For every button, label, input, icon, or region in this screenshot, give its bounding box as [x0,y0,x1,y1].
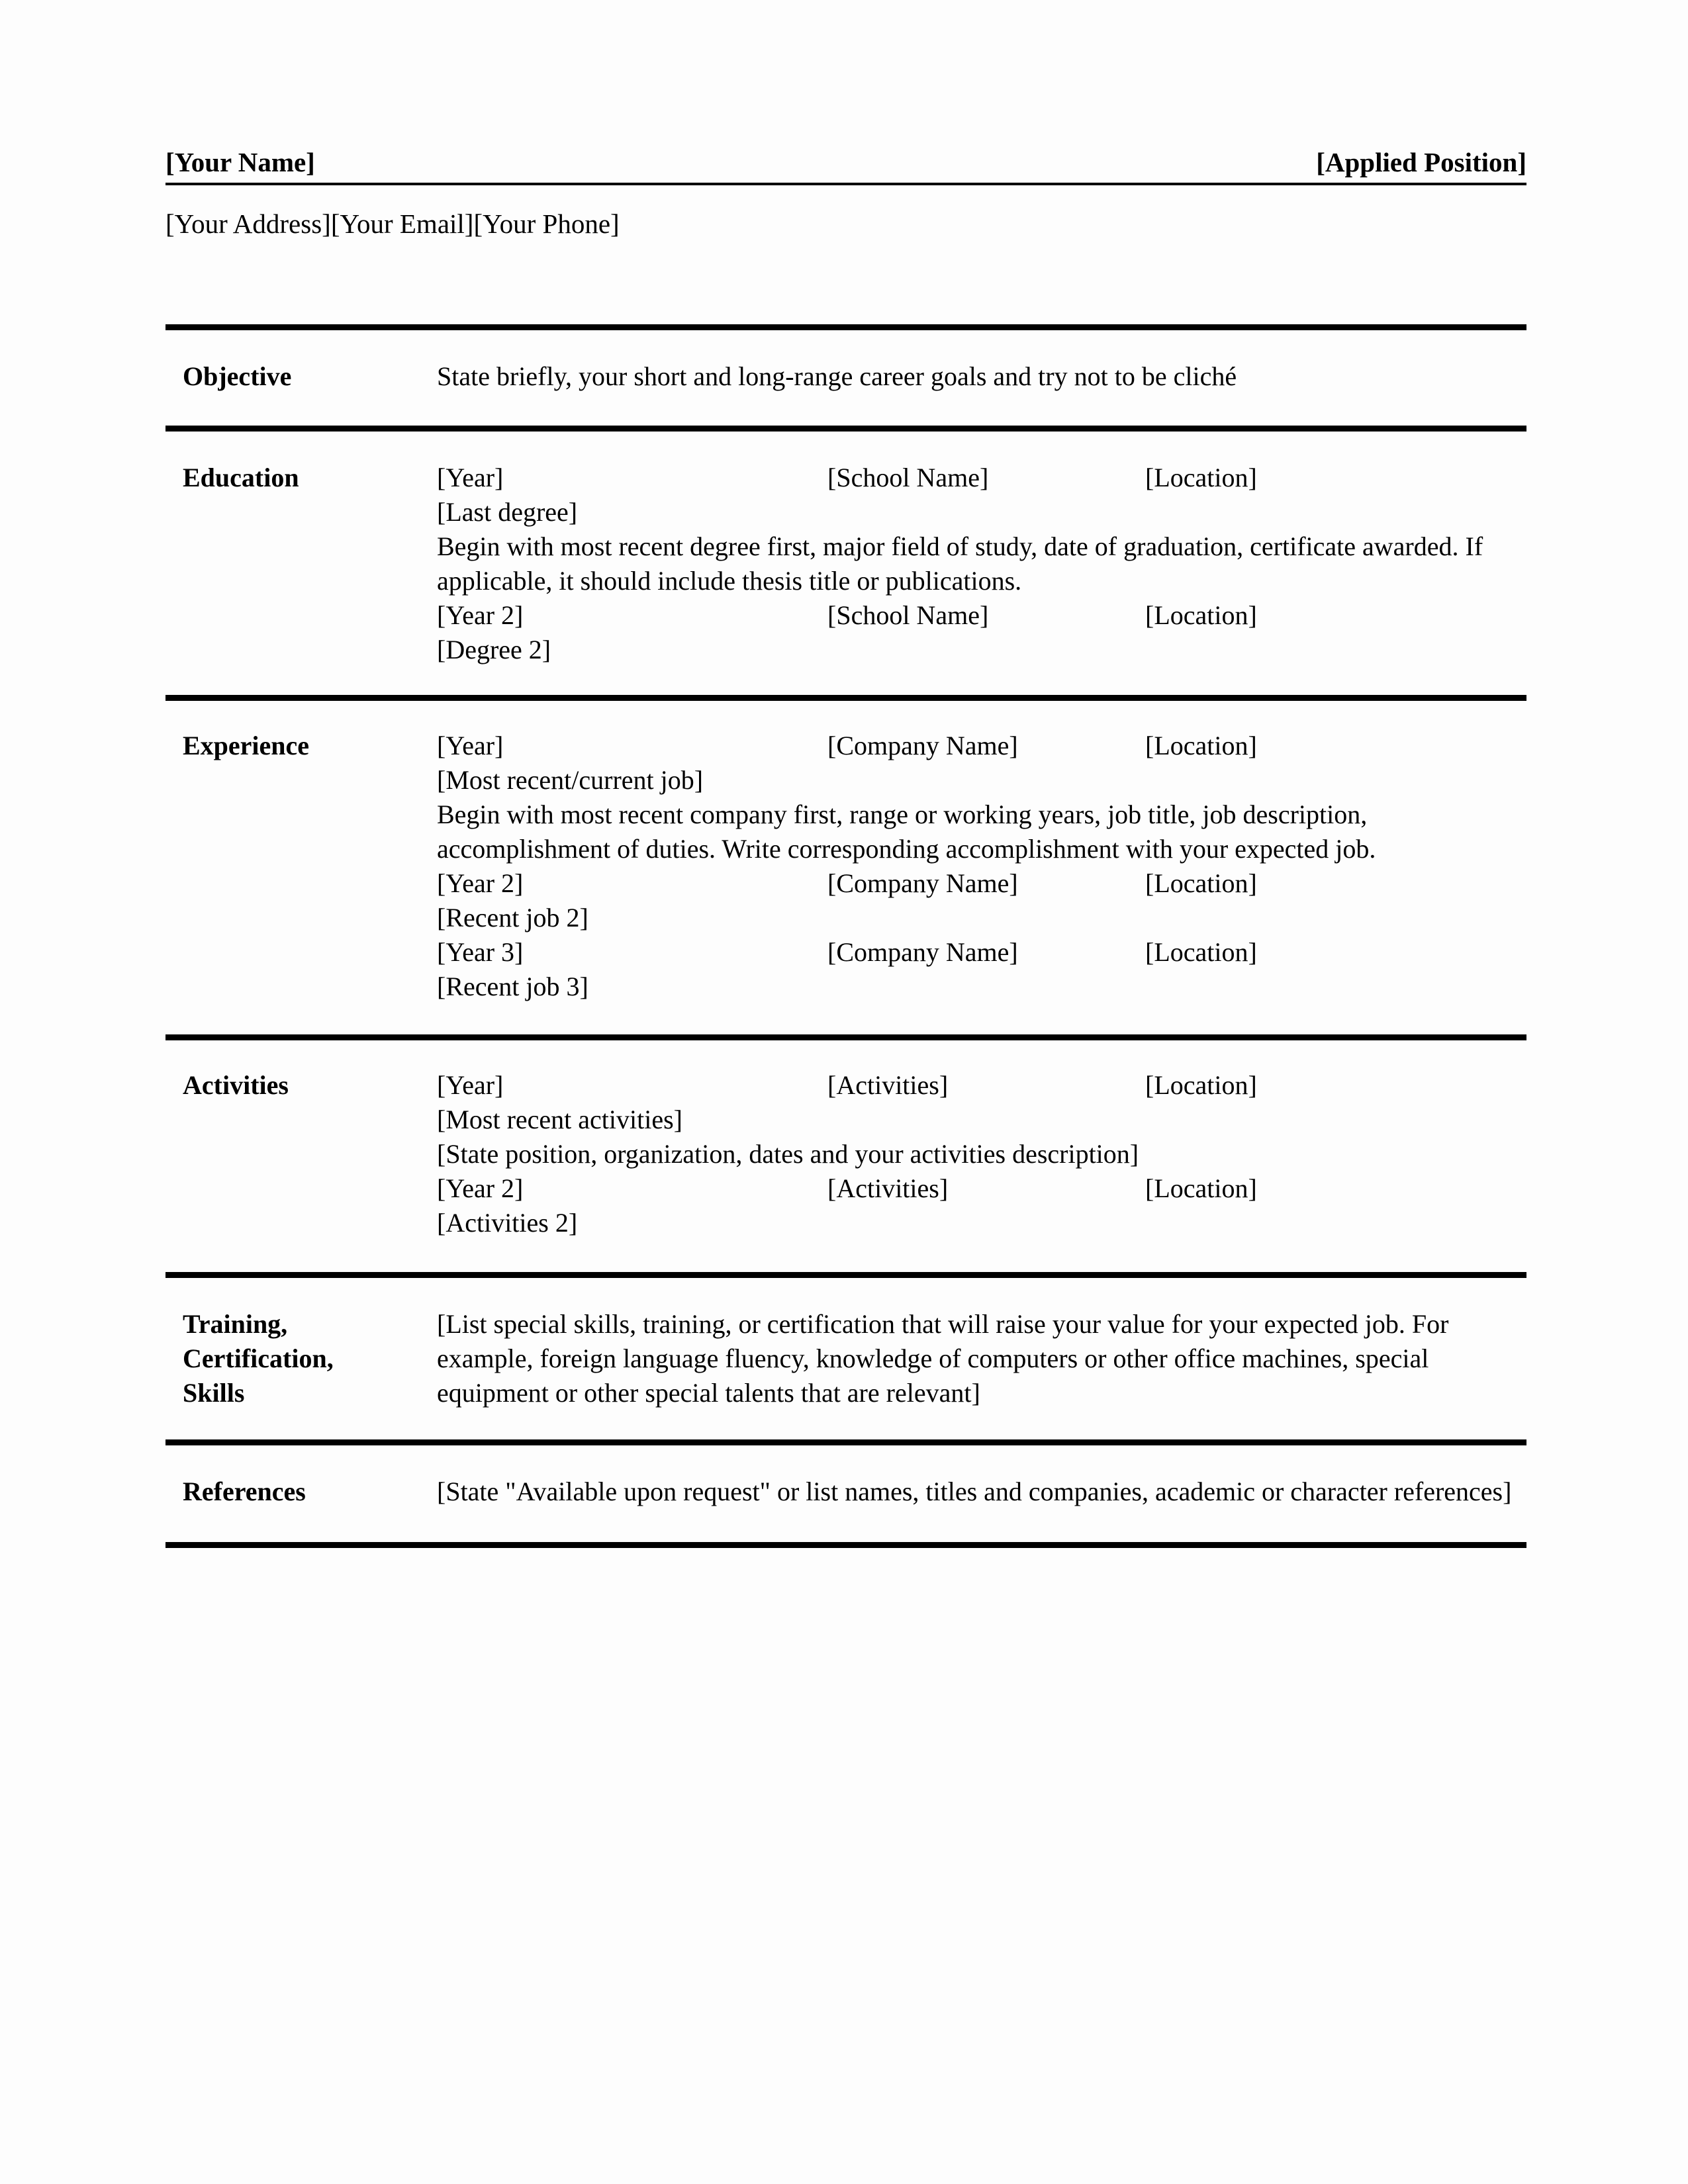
section-objective: Objective State briefly, your short and … [165,330,1526,426]
section-education: Education [Year] [School Name] [Location… [165,432,1526,695]
experience-entry-row-1: [Year] [Company Name] [Location] [437,729,1526,763]
experience-location-1[interactable]: [Location] [1145,729,1526,763]
section-label-training-line1: Training, [183,1309,288,1339]
objective-text[interactable]: State briefly, your short and long-range… [437,359,1526,394]
activities-name-2[interactable]: [Activities] [827,1171,1145,1206]
section-training: Training, Certification, Skills [List sp… [165,1278,1526,1439]
activities-location-1[interactable]: [Location] [1145,1068,1526,1103]
education-year-1[interactable]: [Year] [437,461,827,495]
experience-entry-row-3: [Year 3] [Company Name] [Location] [437,935,1526,970]
section-label-references: References [183,1477,306,1506]
activities-location-2[interactable]: [Location] [1145,1171,1526,1206]
training-text[interactable]: [List special skills, training, or certi… [437,1307,1526,1410]
activities-description[interactable]: [State position, organization, dates and… [437,1137,1526,1171]
your-name[interactable]: [Your Name] [165,149,315,176]
activities-recent-2[interactable]: [Activities 2] [437,1206,1526,1240]
rule-below-activities [165,1272,1526,1278]
section-experience: Experience [Year] [Company Name] [Locati… [165,701,1526,1034]
experience-location-3[interactable]: [Location] [1145,935,1526,970]
experience-company-3[interactable]: [Company Name] [827,935,1145,970]
experience-location-2[interactable]: [Location] [1145,866,1526,901]
content-frame: [Your Name] [Applied Position] [Your Add… [165,0,1526,1548]
rule-below-education [165,695,1526,701]
references-text[interactable]: [State "Available upon request" or list … [437,1475,1526,1509]
section-body-references: [State "Available upon request" or list … [437,1475,1526,1509]
rule-below-training [165,1439,1526,1445]
education-entry-row-1: [Year] [School Name] [Location] [437,461,1526,495]
experience-company-2[interactable]: [Company Name] [827,866,1145,901]
education-degree-2[interactable]: [Degree 2] [437,633,1526,667]
experience-year-2[interactable]: [Year 2] [437,866,827,901]
section-label-objective: Objective [183,361,292,391]
header: [Your Name] [Applied Position] [Your Add… [165,0,1526,238]
section-body-objective: State briefly, your short and long-range… [437,359,1526,394]
education-entry-row-2: [Year 2] [School Name] [Location] [437,598,1526,633]
section-activities: Activities [Year] [Activities] [Location… [165,1040,1526,1272]
section-body-experience: [Year] [Company Name] [Location] [Most r… [437,729,1526,1004]
education-location-2[interactable]: [Location] [1145,598,1526,633]
education-school-2[interactable]: [School Name] [827,598,1145,633]
experience-year-3[interactable]: [Year 3] [437,935,827,970]
header-title-row: [Your Name] [Applied Position] [165,149,1526,183]
section-label-experience: Experience [183,731,310,760]
section-references: References [State "Available upon reques… [165,1445,1526,1542]
rule-below-references [165,1542,1526,1548]
section-label-training: Training, Certification, Skills [165,1307,437,1410]
experience-job-2[interactable]: [Recent job 2] [437,901,1526,935]
sections-container: Objective State briefly, your short and … [165,238,1526,1548]
experience-description[interactable]: Begin with most recent company first, ra… [437,797,1526,866]
section-body-training: [List special skills, training, or certi… [437,1307,1526,1410]
section-body-education: [Year] [School Name] [Location] [Last de… [437,461,1526,667]
section-label-training-line2: Certification, [183,1343,334,1373]
contact-line[interactable]: [Your Address][Your Email][Your Phone] [165,185,1526,238]
experience-job-1[interactable]: [Most recent/current job] [437,763,1526,797]
experience-job-3[interactable]: [Recent job 3] [437,970,1526,1004]
activities-year-2[interactable]: [Year 2] [437,1171,827,1206]
section-body-activities: [Year] [Activities] [Location] [Most rec… [437,1068,1526,1240]
activities-recent-1[interactable]: [Most recent activities] [437,1103,1526,1137]
rule-above-objective [165,324,1526,330]
experience-entry-row-2: [Year 2] [Company Name] [Location] [437,866,1526,901]
education-degree-1[interactable]: [Last degree] [437,495,1526,529]
activities-name-1[interactable]: [Activities] [827,1068,1145,1103]
education-school-1[interactable]: [School Name] [827,461,1145,495]
education-description[interactable]: Begin with most recent degree first, maj… [437,529,1526,598]
applied-position[interactable]: [Applied Position] [1316,149,1526,176]
activities-entry-row-2: [Year 2] [Activities] [Location] [437,1171,1526,1206]
section-label-activities: Activities [183,1070,289,1100]
education-year-2[interactable]: [Year 2] [437,598,827,633]
education-location-1[interactable]: [Location] [1145,461,1526,495]
experience-company-1[interactable]: [Company Name] [827,729,1145,763]
section-label-education: Education [183,463,299,492]
rule-below-experience [165,1034,1526,1040]
activities-entry-row-1: [Year] [Activities] [Location] [437,1068,1526,1103]
rule-below-objective [165,426,1526,432]
experience-year-1[interactable]: [Year] [437,729,827,763]
resume-page: [Your Name] [Applied Position] [Your Add… [0,0,1688,2184]
section-label-training-line3: Skills [183,1378,245,1408]
activities-year-1[interactable]: [Year] [437,1068,827,1103]
